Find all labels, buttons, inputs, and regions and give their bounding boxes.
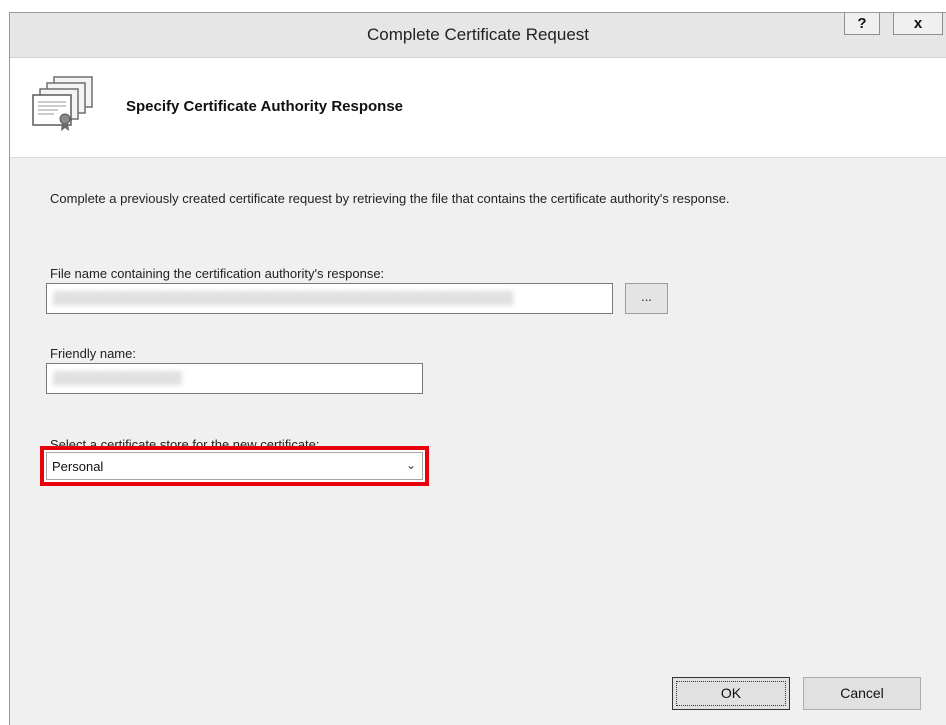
window-title: Complete Certificate Request — [366, 25, 590, 44]
ok-button[interactable]: OK — [672, 677, 790, 710]
friendly-name-input[interactable]: ▒▒▒▒▒▒▒▒▒▒▒▒▒▒ — [46, 363, 423, 394]
certificate-store-highlight: Personal ⌄ — [40, 446, 429, 486]
wizard-header: Specify Certificate Authority Response — [10, 58, 946, 158]
file-name-label: File name containing the certification a… — [50, 266, 385, 281]
help-button[interactable]: ? — [844, 13, 880, 35]
title-bar: Complete Certificate Request ? x — [10, 13, 946, 58]
friendly-name-label: Friendly name: — [50, 346, 136, 361]
certificate-icon — [32, 76, 93, 131]
redacted-file-path: ▒▒▒▒▒▒▒▒▒▒▒▒▒▒▒▒▒▒▒▒▒▒▒▒▒▒▒▒▒▒▒▒▒▒▒▒▒▒▒▒… — [53, 290, 514, 305]
browse-button[interactable]: ... — [625, 283, 668, 314]
chevron-down-icon: ⌄ — [405, 458, 416, 472]
file-name-input[interactable]: ▒▒▒▒▒▒▒▒▒▒▒▒▒▒▒▒▒▒▒▒▒▒▒▒▒▒▒▒▒▒▒▒▒▒▒▒▒▒▒▒… — [46, 283, 613, 314]
certificate-store-value: Personal — [52, 459, 104, 474]
ok-button-label: OK — [720, 685, 742, 701]
redacted-friendly-name: ▒▒▒▒▒▒▒▒▒▒▒▒▒▒ — [53, 370, 182, 385]
header-title: Specify Certificate Authority Response — [126, 98, 404, 115]
close-button[interactable]: x — [893, 13, 943, 35]
cancel-button[interactable]: Cancel — [803, 677, 921, 710]
certificate-store-select[interactable]: Personal ⌄ — [46, 452, 423, 480]
description-text: Complete a previously created certificat… — [50, 191, 730, 206]
complete-certificate-request-dialog: Complete Certificate Request ? x Specify… — [9, 12, 946, 725]
